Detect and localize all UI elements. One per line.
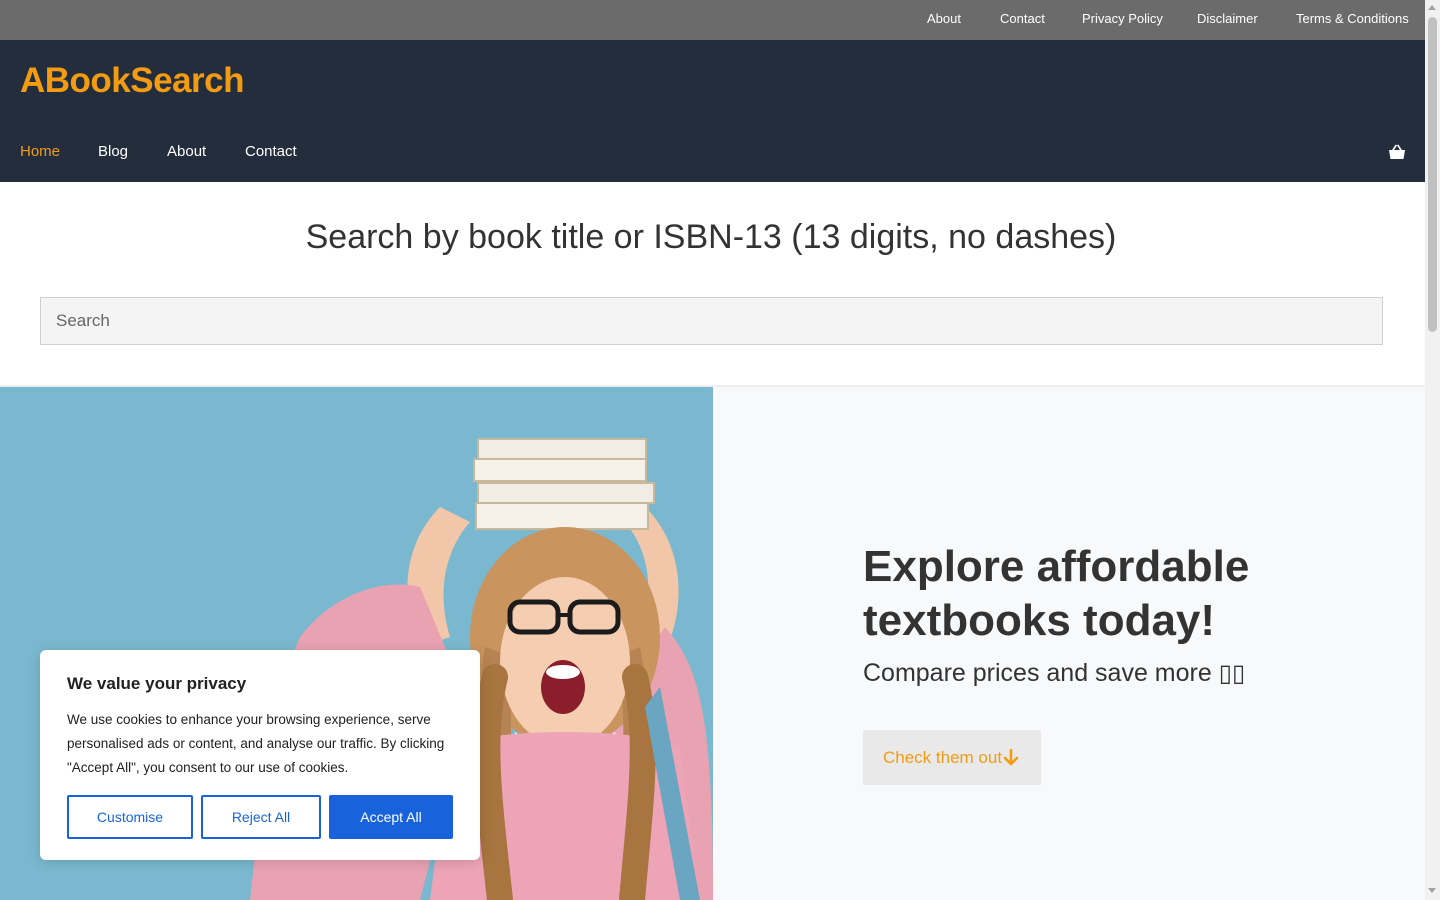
- scroll-up-icon[interactable]: [1428, 5, 1436, 10]
- nav-item-home[interactable]: Home: [20, 143, 60, 160]
- reject-all-button[interactable]: Reject All: [201, 795, 321, 839]
- scroll-thumb[interactable]: [1428, 17, 1437, 332]
- hero-subtitle-text: Compare prices and save more: [863, 659, 1212, 687]
- search-input[interactable]: [40, 297, 1383, 345]
- site-header: ABookSearch Home Blog About Contact: [0, 40, 1425, 182]
- check-them-out-button[interactable]: Check them out: [863, 730, 1041, 785]
- search-heading: Search by book title or ISBN-13 (13 digi…: [305, 218, 1117, 256]
- page: About Contact Privacy Policy Disclaimer …: [0, 0, 1425, 900]
- topbar-link-disclaimer[interactable]: Disclaimer: [1197, 11, 1258, 26]
- topbar-link-privacy-policy[interactable]: Privacy Policy: [1082, 11, 1163, 26]
- nav-item-about[interactable]: About: [167, 143, 206, 160]
- hero-content: Explore affordable textbooks today! Comp…: [713, 387, 1425, 900]
- nav-item-blog[interactable]: Blog: [98, 143, 128, 160]
- topbar-link-contact[interactable]: Contact: [1000, 11, 1045, 26]
- cookie-text: We use cookies to enhance your browsing …: [67, 712, 445, 775]
- hero-subtitle-emoji: ▯▯: [1218, 659, 1246, 687]
- cookie-title: We value your privacy: [67, 674, 247, 693]
- scroll-down-icon[interactable]: [1428, 888, 1436, 893]
- page-scrollbar[interactable]: [1425, 0, 1440, 900]
- nav-item-contact[interactable]: Contact: [245, 143, 297, 160]
- topbar-link-terms[interactable]: Terms & Conditions: [1296, 11, 1409, 26]
- site-logo[interactable]: ABookSearch: [20, 61, 245, 101]
- accept-all-button[interactable]: Accept All: [329, 795, 453, 839]
- shopping-basket-icon[interactable]: [1388, 144, 1406, 160]
- arrow-down-icon: [1003, 748, 1019, 767]
- check-them-out-label: Check them out: [883, 747, 1003, 767]
- hero-title: Explore affordable textbooks today!: [863, 542, 1250, 645]
- cookie-consent-banner: We value your privacy We use cookies to …: [40, 650, 480, 860]
- topbar-link-about[interactable]: About: [927, 11, 961, 26]
- customise-button[interactable]: Customise: [67, 795, 193, 839]
- top-utility-bar: About Contact Privacy Policy Disclaimer …: [0, 0, 1425, 40]
- hero-subtitle: Compare prices and save more ▯▯: [863, 659, 1245, 688]
